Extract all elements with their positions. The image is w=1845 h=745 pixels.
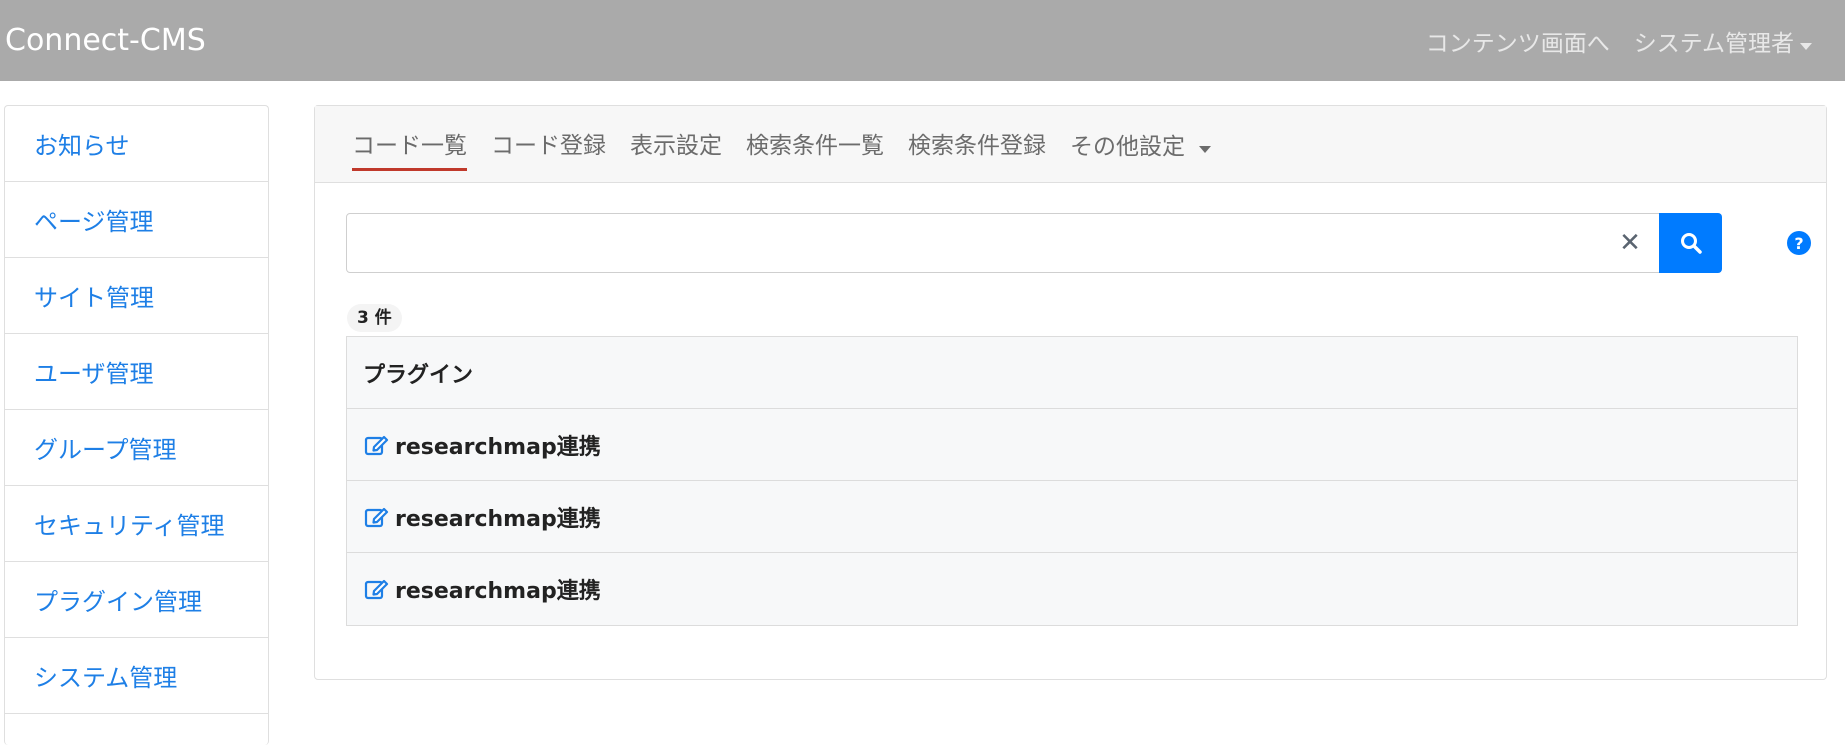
search-icon: [1680, 233, 1702, 254]
sidebar-item-group-management[interactable]: グループ管理: [5, 410, 268, 486]
table-header: プラグイン: [347, 337, 1797, 409]
main-card: コード一覧 コード登録 表示設定 検索条件一覧 検索条件登録 その他設定 ✕ ?…: [314, 105, 1827, 680]
content-screen-link[interactable]: コンテンツ画面へ: [1426, 24, 1610, 58]
tab-code-register[interactable]: コード登録: [491, 126, 606, 162]
sidebar-item-notice[interactable]: お知らせ: [5, 106, 268, 182]
search-input[interactable]: [346, 213, 1660, 273]
top-navbar: Connect-CMS コンテンツ画面へ システム管理者: [0, 0, 1845, 81]
chevron-down-icon: [1199, 146, 1211, 153]
sidebar-item-system-management[interactable]: システム管理: [5, 638, 268, 714]
user-menu-dropdown[interactable]: システム管理者: [1634, 24, 1812, 58]
tab-other-settings[interactable]: その他設定: [1070, 127, 1211, 161]
row-label: researchmap連携: [395, 579, 601, 604]
row-label: researchmap連携: [395, 434, 601, 460]
tab-code-list[interactable]: コード一覧: [352, 126, 467, 171]
table-row[interactable]: researchmap連携: [347, 481, 1797, 553]
svg-text:?: ?: [1794, 234, 1803, 253]
admin-sidebar: お知らせ ページ管理 サイト管理 ユーザ管理 グループ管理 セキュリティ管理 プ…: [4, 105, 269, 745]
table-row[interactable]: researchmap連携: [347, 553, 1797, 625]
tab-bar: コード一覧 コード登録 表示設定 検索条件一覧 検索条件登録 その他設定: [315, 106, 1826, 183]
row-label: researchmap連携: [395, 506, 601, 532]
user-menu-label: システム管理者: [1633, 30, 1794, 57]
tab-search-condition-list[interactable]: 検索条件一覧: [746, 126, 884, 162]
question-circle-icon[interactable]: ?: [1784, 228, 1814, 258]
search-button[interactable]: [1659, 213, 1722, 273]
chevron-down-icon: [1800, 42, 1812, 50]
edit-icon[interactable]: [363, 504, 389, 530]
close-icon[interactable]: ✕: [1615, 226, 1645, 260]
edit-icon[interactable]: [363, 432, 389, 458]
sidebar-item-user-management[interactable]: ユーザ管理: [5, 334, 268, 410]
sidebar-item-plugin-management[interactable]: プラグイン管理: [5, 562, 268, 638]
sidebar-item-site-management[interactable]: サイト管理: [5, 258, 268, 334]
navbar-right: コンテンツ画面へ システム管理者: [1426, 24, 1812, 58]
table-row[interactable]: researchmap連携: [347, 409, 1797, 481]
brand-logo[interactable]: Connect-CMS: [5, 23, 206, 58]
edit-icon[interactable]: [363, 576, 389, 602]
search-row: ✕ ?: [346, 213, 1811, 273]
sidebar-item-security-management[interactable]: セキュリティ管理: [5, 486, 268, 562]
plugin-table: プラグイン researchmap連携 researchmap連携 resear…: [346, 336, 1798, 626]
result-count-badge: 3 件: [347, 304, 402, 332]
tab-display-settings[interactable]: 表示設定: [630, 126, 722, 162]
sidebar-item-page-management[interactable]: ページ管理: [5, 182, 268, 258]
tab-search-condition-register[interactable]: 検索条件登録: [908, 126, 1046, 162]
tab-other-settings-label: その他設定: [1070, 134, 1185, 160]
